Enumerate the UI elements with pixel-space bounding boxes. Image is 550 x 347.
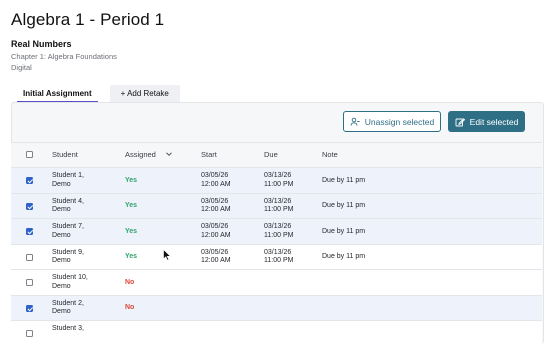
due-date: 03/13/26 xyxy=(264,248,292,256)
due-time: 11:00 PM xyxy=(264,231,294,239)
tab-initial-assignment[interactable]: Initial Assignment xyxy=(17,85,98,102)
student-name: Student 7, xyxy=(52,223,84,230)
student-name: Student 4, xyxy=(52,197,84,205)
table-header: Student Assigned Start Due Note xyxy=(11,142,542,168)
student-name-line2: Demo xyxy=(52,180,71,188)
student-name: Student 10, xyxy=(52,274,88,281)
student-name-line2: Demo xyxy=(52,282,71,290)
column-start[interactable]: Start xyxy=(201,150,217,160)
table-row[interactable]: Student 9, Demo Yes 03/05/26 12:00 AM 03/13/2… xyxy=(11,243,542,270)
row-checkbox[interactable] xyxy=(26,330,33,337)
unit-mode: Digital xyxy=(11,63,32,72)
due-date: 03/13/26 xyxy=(264,172,292,179)
note-text: Due by 11 pm xyxy=(322,202,366,209)
table-row[interactable]: Student 3, xyxy=(11,320,542,347)
select-all-checkbox[interactable] xyxy=(26,151,33,158)
assigned-status: Yes xyxy=(125,202,138,209)
assignment-tabs: Initial Assignment + Add Retake xyxy=(17,85,180,102)
table-row[interactable]: Student 2, Demo No xyxy=(11,294,542,321)
page-title: Algebra 1 - Period 1 xyxy=(11,10,165,29)
assigned-status: No xyxy=(125,304,135,311)
student-name-line2: Demo xyxy=(52,231,71,239)
edit-icon xyxy=(455,117,465,127)
column-student[interactable]: Student xyxy=(52,150,78,160)
mouse-cursor-icon xyxy=(163,248,172,266)
start-date: 03/05/26 xyxy=(201,197,229,205)
start-time: 12:00 AM xyxy=(201,206,231,213)
row-checkbox[interactable] xyxy=(26,253,33,261)
chevron-down-icon[interactable] xyxy=(165,150,173,161)
assigned-status: Yes xyxy=(125,253,138,260)
column-due[interactable]: Due xyxy=(264,150,278,160)
column-note: Note xyxy=(322,150,338,159)
student-name-line2: Demo xyxy=(52,257,71,264)
edit-selected-label: Edit selected xyxy=(469,116,519,127)
tab-add-retake[interactable]: + Add Retake xyxy=(109,85,180,102)
row-checkbox[interactable] xyxy=(26,228,33,235)
unit-chapter: Chapter 1: Algebra Foundations xyxy=(11,52,117,61)
student-name: Student 1, xyxy=(52,172,84,179)
assigned-status: Yes xyxy=(125,176,138,184)
start-time: 12:00 AM xyxy=(201,257,231,264)
unassign-selected-label: Unassign selected xyxy=(364,116,435,127)
start-time: 12:00 AM xyxy=(201,231,231,239)
unit-title: Real Numbers xyxy=(11,39,72,49)
row-checkbox[interactable] xyxy=(26,304,33,312)
student-name-line2: Demo xyxy=(52,308,71,315)
student-name-line2: Demo xyxy=(52,206,71,213)
column-assigned[interactable]: Assigned xyxy=(125,150,156,160)
table-row[interactable]: Student 7, Demo Yes 03/05/26 12:00 AM 03/13/2… xyxy=(11,218,542,245)
row-checkbox[interactable] xyxy=(26,279,33,286)
table-row[interactable]: Student 10, Demo No xyxy=(11,269,542,296)
start-date: 03/05/26 xyxy=(201,248,229,256)
due-time: 11:00 PM xyxy=(264,257,294,264)
table-row[interactable]: Student 1, Demo Yes 03/05/26 12:00 AM 03/13/2… xyxy=(11,167,542,194)
row-checkbox[interactable] xyxy=(26,202,33,210)
note-text: Due by 11 pm xyxy=(322,253,366,260)
due-date: 03/13/26 xyxy=(264,223,292,230)
due-time: 11:00 PM xyxy=(264,206,294,213)
student-name: Student 2, xyxy=(52,299,84,307)
student-name: Student 9, xyxy=(52,248,84,256)
edit-selected-button[interactable]: Edit selected xyxy=(448,111,525,132)
start-date: 03/05/26 xyxy=(201,172,229,179)
start-date: 03/05/26 xyxy=(201,223,229,230)
due-date: 03/13/26 xyxy=(264,197,292,205)
person-remove-icon xyxy=(350,117,360,127)
table-row[interactable]: Student 4, Demo Yes 03/05/26 12:00 AM 03/13/2… xyxy=(11,192,542,219)
row-checkbox[interactable] xyxy=(26,177,33,184)
note-text: Due by 11 pm xyxy=(322,227,366,235)
student-name: Student 3, xyxy=(52,325,84,332)
unassign-selected-button[interactable]: Unassign selected xyxy=(343,111,441,132)
start-time: 12:00 AM xyxy=(201,180,231,188)
due-time: 11:00 PM xyxy=(264,180,294,188)
assigned-status: Yes xyxy=(125,227,138,235)
assigned-status: No xyxy=(125,278,135,286)
note-text: Due by 11 pm xyxy=(322,176,366,184)
